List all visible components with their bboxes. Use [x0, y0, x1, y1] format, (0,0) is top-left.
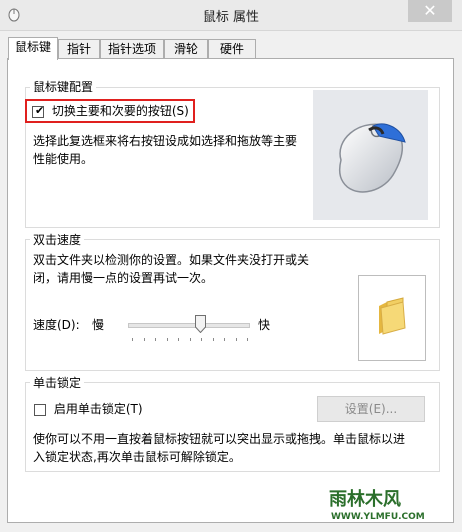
mouse-icon [338, 123, 406, 193]
button-config-description-1: 选择此复选框来将右按钮设成如选择和拖放等主要 [33, 134, 298, 148]
click-lock-description-1: 使你可以不用一直按着鼠标按钮就可以突出显示或拖拽。单击鼠标以进 [33, 432, 406, 446]
tab-hardware[interactable]: 硬件 [208, 39, 256, 59]
switch-buttons-label: 切换主要和次要的按钮(S) [51, 104, 189, 118]
double-click-description-1: 双击文件夹以检测你的设置。如果文件夹没打开或关 [33, 253, 310, 267]
click-lock-row[interactable]: 启用单击锁定(T) [34, 400, 143, 418]
slider-tick [166, 338, 168, 341]
click-lock-label: 启用单击锁定(T) [53, 402, 143, 416]
slider-tick [189, 338, 191, 341]
close-button[interactable]: ✕ [408, 0, 452, 22]
slider-tick [178, 338, 179, 341]
slider-tick [235, 338, 237, 341]
button-config-description-2: 性能使用。 [33, 152, 94, 166]
title-bar: 鼠标 属性 ✕ [0, 0, 462, 31]
tab-pointer-options[interactable]: 指针选项 [100, 39, 164, 59]
slider-tick [201, 338, 202, 341]
double-click-title: 双击速度 [30, 231, 85, 248]
watermark-logo: 雨林木风 WWW.YLMFU.COM [325, 462, 453, 522]
tab-pointers[interactable]: 指针 [58, 39, 100, 59]
slow-label: 慢 [92, 318, 105, 332]
slider-tick [212, 338, 214, 341]
speed-label: 速度(D): [33, 318, 80, 332]
settings-button[interactable]: 设置(E)... [317, 396, 425, 422]
click-lock-checkbox[interactable] [34, 403, 46, 416]
folder-icon[interactable] [359, 276, 425, 360]
click-lock-description-2: 入锁定状态,再次单击鼠标可解除锁定。 [33, 450, 241, 464]
speed-slider-track[interactable] [128, 323, 250, 328]
mouse-illustration [313, 90, 428, 220]
tab-buttons[interactable]: 鼠标键 [8, 37, 58, 60]
slider-tick [224, 338, 225, 341]
slider-tick [143, 338, 145, 341]
click-lock-title: 单击锁定 [30, 374, 85, 391]
slider-tick [247, 338, 248, 341]
tab-wheel[interactable]: 滑轮 [164, 39, 208, 59]
watermark-url: WWW.YLMFU.COM [331, 512, 425, 522]
fast-label: 快 [258, 318, 271, 332]
double-click-description-2: 闭，请用慢一点的设置再试一次。 [33, 271, 214, 285]
button-config-title: 鼠标键配置 [30, 78, 97, 95]
slider-tick [155, 338, 156, 341]
slider-tick [132, 338, 133, 341]
watermark-brand: 雨林木风 [329, 488, 401, 510]
checkmark-icon: ✔ [35, 103, 45, 117]
test-folder-area[interactable] [358, 275, 426, 361]
speed-slider-thumb[interactable] [195, 315, 206, 333]
switch-buttons-row[interactable]: ✔ 切换主要和次要的按钮(S) [32, 102, 189, 120]
switch-buttons-checkbox[interactable]: ✔ [32, 103, 45, 118]
window-title: 鼠标 属性 [202, 10, 260, 25]
